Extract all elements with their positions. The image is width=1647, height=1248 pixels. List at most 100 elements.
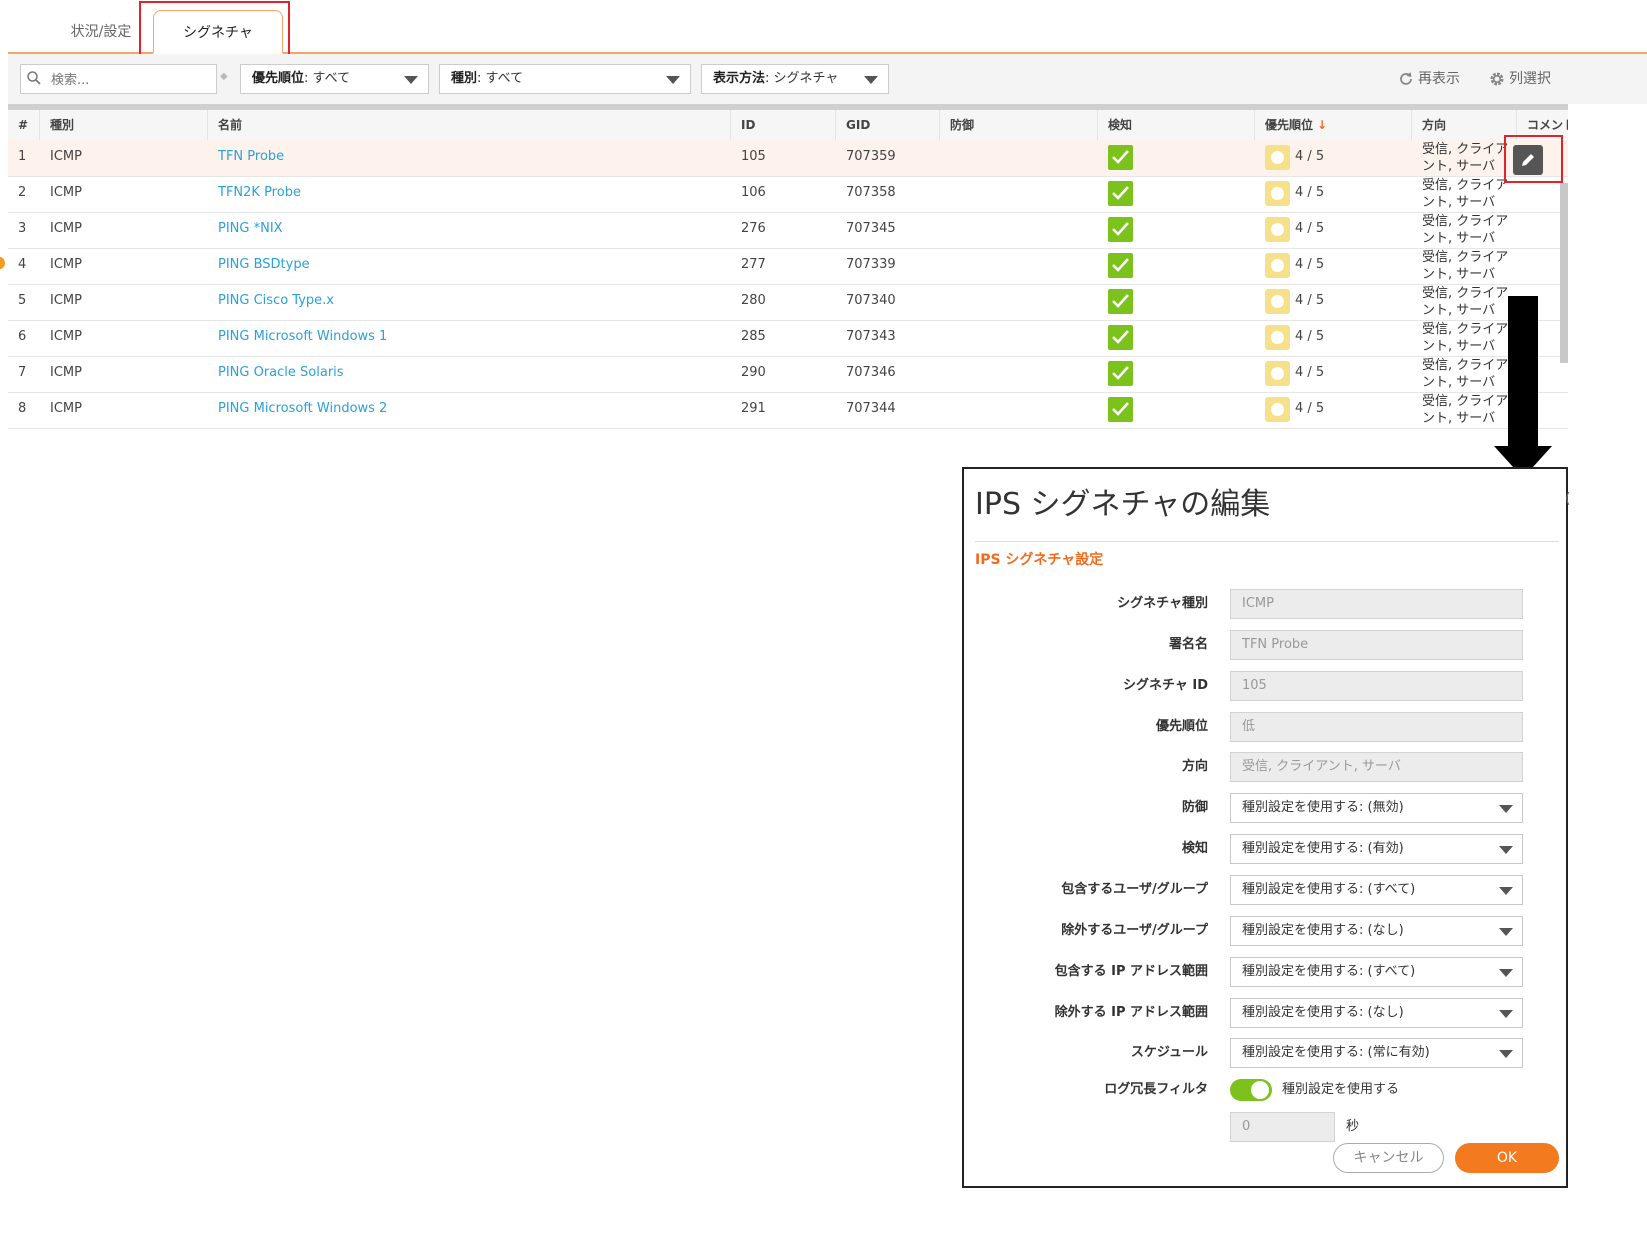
refresh-button[interactable]: 再表示 [1398,68,1460,90]
row-number: 6 [18,329,27,344]
chevron-down-icon [1499,805,1513,813]
row-name-link[interactable]: PING Microsoft Windows 2 [218,392,387,428]
column-header-direction[interactable]: 方向 [1412,110,1517,140]
priority-filter-dropdown[interactable]: 優先順位: すべて [240,64,429,94]
detect-checkbox[interactable] [1108,217,1133,242]
table-row[interactable]: 5 ICMP PING Cisco Type.x 280 707340 4 / 5 受信, … [8,284,1568,321]
search-input[interactable] [49,69,213,91]
row-type: ICMP [50,257,82,272]
column-header-prevent[interactable]: 防御 [940,110,1098,140]
priority-level-icon [1265,397,1290,422]
row-number: 4 [18,257,27,272]
edit-highlight-box [1504,135,1563,183]
log-filter-seconds-row: 0 秒 [964,1112,1566,1144]
dialog-close-icon[interactable]: ( [1565,491,1570,507]
row-name-link[interactable]: PING Oracle Solaris [218,356,344,392]
checkmark-icon [1112,330,1129,344]
column-header-number[interactable]: # [8,110,40,140]
refresh-icon [1400,72,1412,85]
ok-button[interactable]: OK [1455,1143,1559,1173]
row-name-link[interactable]: PING Cisco Type.x [218,284,334,320]
table-row[interactable]: 6 ICMP PING Microsoft Windows 1 285 707343 4 … [8,320,1568,357]
table-row[interactable]: 4 ICMP PING BSDtype 277 707339 4 / 5 受信, クライアン… [8,248,1568,285]
cancel-button[interactable]: キャンセル [1333,1143,1444,1173]
form-select[interactable]: 種別設定を使用する: (なし) [1230,998,1523,1028]
form-select[interactable]: 種別設定を使用する: (有効) [1230,834,1523,864]
form-readonly-field: 105 [1230,671,1523,701]
column-header-name[interactable]: 名前 [208,110,731,140]
toolbar: ◆ 優先順位: すべて 種別: すべて 表示方法: シグネチャ 再表示 列選択 [8,54,1647,104]
row-type: ICMP [50,365,82,380]
form-select[interactable]: 種別設定を使用する: (すべて) [1230,875,1523,905]
checkmark-icon [1112,222,1129,236]
row-name-link[interactable]: TFN Probe [218,140,284,176]
column-header-detect[interactable]: 検知 [1098,110,1255,140]
column-header-gid[interactable]: GID [836,110,940,140]
detect-checkbox[interactable] [1108,145,1133,170]
priority-level-icon [1265,181,1290,206]
column-header-priority[interactable]: 優先順位 ↓ [1255,110,1412,140]
form-row: 防御 種別設定を使用する: (無効) [964,793,1566,825]
view-mode-dropdown[interactable]: 表示方法: シグネチャ [701,64,889,94]
row-name-link[interactable]: PING BSDtype [218,248,310,284]
log-filter-row: ログ冗長フィルタ 種別設定を使用する [964,1075,1566,1107]
search-box[interactable] [20,64,217,94]
checkmark-icon [1112,402,1129,416]
chevron-down-icon [1499,928,1513,936]
form-select[interactable]: 種別設定を使用する: (常に有効) [1230,1038,1523,1068]
detect-checkbox[interactable] [1108,289,1133,314]
priority-value: 4 / 5 [1295,401,1325,416]
row-id: 106 [741,185,766,200]
table-row[interactable]: 1 ICMP TFN Probe 105 707359 4 / 5 受信, クライアント, … [8,140,1568,177]
row-id: 277 [741,257,766,272]
column-header-id[interactable]: ID [731,110,836,140]
detect-checkbox[interactable] [1108,181,1133,206]
priority-cell: 4 / 5 [1265,140,1345,176]
row-name-link[interactable]: TFN2K Probe [218,176,301,212]
row-id: 291 [741,401,766,416]
form-select[interactable]: 種別設定を使用する: (すべて) [1230,957,1523,987]
priority-level-icon [1265,361,1290,386]
form-label: 包含する IP アドレス範囲 [1054,964,1208,979]
table-row[interactable]: 7 ICMP PING Oracle Solaris 290 707346 4 / 5 受信… [8,356,1568,393]
chevron-down-icon [1499,887,1513,895]
form-row: 除外する IP アドレス範囲 種別設定を使用する: (なし) [964,998,1566,1030]
refresh-label: 再表示 [1418,71,1460,87]
row-name-link[interactable]: PING *NIX [218,212,283,248]
row-number: 8 [18,401,27,416]
detect-checkbox[interactable] [1108,361,1133,386]
row-gid: 707358 [846,185,896,200]
chevron-down-icon [1499,1050,1513,1058]
table-row[interactable]: 2 ICMP TFN2K Probe 106 707358 4 / 5 受信, クライアント… [8,176,1568,213]
checkmark-icon [1112,258,1129,272]
form-label: 優先順位 [1155,719,1208,734]
priority-cell: 4 / 5 [1265,392,1345,428]
detect-checkbox[interactable] [1108,253,1133,278]
form-select[interactable]: 種別設定を使用する: (無効) [1230,793,1523,823]
column-select-button[interactable]: 列選択 [1489,68,1551,90]
form-value: 種別設定を使用する: (すべて) [1242,882,1416,897]
checkmark-icon [1112,186,1129,200]
detect-checkbox[interactable] [1108,325,1133,350]
row-id: 280 [741,293,766,308]
form-label: 包含するユーザ/グループ [1061,882,1208,897]
row-name-link[interactable]: PING Microsoft Windows 1 [218,320,387,356]
priority-cell: 4 / 5 [1265,356,1345,392]
callout-arrow [1508,296,1538,448]
type-filter-dropdown[interactable]: 種別: すべて [439,64,691,94]
log-filter-seconds-input[interactable]: 0 [1230,1112,1335,1142]
log-filter-toggle[interactable] [1230,1079,1272,1101]
table-row[interactable]: 3 ICMP PING *NIX 276 707345 4 / 5 受信, クライアント, … [8,212,1568,249]
detect-checkbox[interactable] [1108,397,1133,422]
priority-value: 4 / 5 [1295,329,1325,344]
column-header-type[interactable]: 種別 [40,110,208,140]
column-header-priority-label: 優先順位 [1265,118,1314,132]
row-type: ICMP [50,221,82,236]
form-select[interactable]: 種別設定を使用する: (なし) [1230,916,1523,946]
row-type: ICMP [50,185,82,200]
form-value: 種別設定を使用する: (なし) [1242,923,1404,938]
vertical-scrollbar[interactable] [1560,183,1568,363]
row-gid: 707345 [846,221,896,236]
table-row[interactable]: 8 ICMP PING Microsoft Windows 2 291 707344 4 … [8,392,1568,429]
gear-icon [1490,72,1504,86]
